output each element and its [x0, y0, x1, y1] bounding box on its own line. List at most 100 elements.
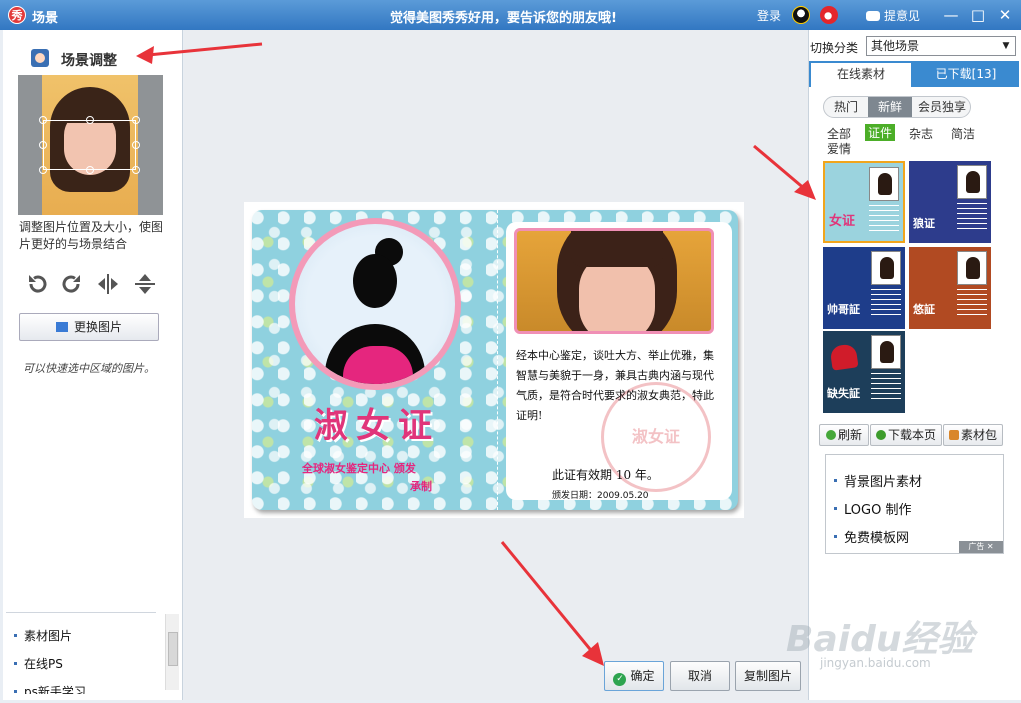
weibo-icon[interactable] [820, 6, 838, 24]
template-grid: 女证 狼证 帅哥証 悠証 缺失証 [823, 161, 993, 413]
card-issue-date: 颁发日期：2009.05.20 [552, 491, 649, 501]
refresh-button[interactable]: 刷新 [819, 424, 869, 446]
maximize-button[interactable]: □ [967, 4, 989, 26]
template-label: 狼证 [913, 217, 935, 230]
qq-icon[interactable] [792, 6, 810, 24]
annotation-arrow-icon [136, 42, 263, 64]
tab-online-materials[interactable]: 在线素材 [811, 63, 911, 87]
chat-bubble-icon [866, 11, 880, 21]
material-pack-button[interactable]: 素材包 [943, 424, 1003, 446]
template-thumb[interactable]: 帅哥証 [823, 247, 905, 329]
subtab-new[interactable]: 新鲜 [868, 97, 912, 117]
card-title: 淑女证 [314, 406, 440, 446]
crop-handle[interactable] [39, 116, 47, 124]
slogan-text: 觉得美图秀秀好用，要告诉您的朋友哦! [390, 11, 617, 26]
template-thumb[interactable]: 女证 [823, 161, 905, 243]
filter-simple[interactable]: 简洁 [951, 125, 975, 142]
copy-image-button[interactable]: 复制图片 [735, 661, 801, 691]
canvas-area: 淑女证 全球淑女鉴定中心 颁发 承制 淑女证 经本中心鉴定，谈吐大方、举止优雅，… [184, 30, 808, 700]
scene-adjust-icon [31, 49, 49, 67]
crop-handle[interactable] [132, 166, 140, 174]
baidu-watermark: Baidu经验 [786, 619, 974, 660]
image-icon [55, 322, 68, 332]
annotation-arrow-icon [500, 541, 604, 666]
card-portrait-photo[interactable] [514, 228, 714, 334]
refresh-icon [825, 430, 836, 440]
app-logo-icon: 秀 [8, 6, 26, 24]
category-selected-value: 其他场景 [871, 39, 920, 53]
login-link[interactable]: 登录 [757, 7, 781, 24]
rotate-left-icon[interactable] [25, 272, 49, 296]
left-scrollbar[interactable] [165, 614, 179, 690]
template-label: 缺失証 [827, 387, 860, 400]
filter-magazine[interactable]: 杂志 [909, 125, 933, 142]
left-link-item[interactable]: ps新手学习 [14, 683, 86, 694]
download-icon [875, 430, 886, 440]
confirm-label: 确定 [630, 669, 655, 683]
left-links-list: 素材图片 在线PS ps新手学习 [6, 612, 156, 694]
crop-handle[interactable] [39, 141, 47, 149]
card-issuer-sub: 承制 [410, 480, 432, 493]
left-panel: 场景调整 调整图片位置及大小，使图片更好的与场景结合 更换图片 可以快速选中区域… [3, 30, 183, 700]
annotation-arrow-icon [753, 144, 816, 200]
crop-handle[interactable] [86, 116, 94, 124]
ad-link[interactable]: 免费模板网 [834, 527, 909, 546]
refresh-label: 刷新 [837, 428, 862, 442]
handwritten-note: 可以快速选中区域的图片。 [23, 362, 155, 375]
template-thumb[interactable]: 狼证 [909, 161, 991, 243]
change-image-button[interactable]: 更换图片 [19, 313, 159, 341]
ad-link[interactable]: LOGO 制作 [834, 499, 911, 518]
crop-handle[interactable] [39, 166, 47, 174]
crop-handle[interactable] [132, 141, 140, 149]
check-icon: ✓ [613, 673, 627, 686]
left-link-item[interactable]: 素材图片 [14, 627, 72, 644]
ad-box: 背景图片素材 LOGO 制作 免费模板网 广告 ✕ [825, 454, 1004, 554]
scene-preview[interactable]: 淑女证 全球淑女鉴定中心 颁发 承制 淑女证 经本中心鉴定，谈吐大方、举止优雅，… [244, 202, 744, 518]
watermark-url: jingyan.baidu.com [820, 656, 931, 670]
material-tabbar: 在线素材 已下载[13] [809, 61, 1019, 87]
feedback-link[interactable]: 提意见 [866, 7, 920, 24]
crop-handle[interactable] [86, 166, 94, 174]
download-page-label: 下载本页 [887, 428, 936, 442]
download-page-button[interactable]: 下载本页 [870, 424, 942, 446]
flip-horizontal-icon[interactable] [96, 272, 120, 296]
section-title: 场景调整 [61, 53, 117, 69]
ad-link[interactable]: 背景图片素材 [834, 471, 922, 490]
subtab-hot[interactable]: 热门 [824, 97, 868, 117]
close-button[interactable]: ✕ [994, 4, 1016, 26]
adjust-hint: 调整图片位置及大小，使图片更好的与场景结合 [19, 220, 164, 251]
subtab-vip[interactable]: 会员独享 [912, 97, 970, 117]
window-title: 场景 [32, 11, 59, 26]
filter-id[interactable]: 证件 [865, 124, 896, 141]
template-label: 悠証 [913, 303, 935, 316]
heart-icon [829, 343, 859, 371]
tab-downloaded[interactable]: 已下载[13] [915, 63, 1017, 87]
cancel-button[interactable]: 取消 [670, 661, 730, 691]
rotate-right-icon[interactable] [60, 272, 84, 296]
template-label: 女证 [829, 214, 856, 229]
crop-handle[interactable] [132, 116, 140, 124]
confirm-button[interactable]: ✓ 确定 [604, 661, 664, 691]
minimize-button[interactable]: — [940, 4, 962, 26]
template-label: 帅哥証 [827, 303, 860, 316]
right-panel: 切换分类 其他场景 ▼ 在线素材 已下载[13] 热门 新鲜 会员独享 全部 证件… [808, 30, 1021, 700]
flip-vertical-icon[interactable] [133, 272, 157, 296]
card-validity: 此证有效期 10 年。 [552, 468, 659, 482]
feedback-label: 提意见 [884, 9, 921, 23]
card-body-text: 经本中心鉴定，谈吐大方、举止优雅，集智慧与美貌于一身，兼具古典内涵与现代气质，是… [516, 349, 714, 422]
preview-thumbnail[interactable] [18, 75, 163, 215]
left-link-item[interactable]: 在线PS [14, 655, 63, 672]
material-pack-label: 素材包 [960, 428, 997, 442]
chevron-down-icon: ▼ [1002, 41, 1010, 51]
filter-love[interactable]: 爱情 [827, 140, 851, 157]
package-icon [948, 430, 959, 440]
change-image-label: 更换图片 [73, 320, 122, 334]
crop-selection-box[interactable] [39, 116, 140, 174]
card-issuer: 全球淑女鉴定中心 颁发 [302, 462, 416, 475]
category-select[interactable]: 其他场景 ▼ [866, 36, 1016, 56]
template-thumb[interactable]: 缺失証 [823, 331, 905, 413]
switch-category-label: 切换分类 [809, 41, 858, 55]
ad-tag[interactable]: 广告 ✕ [959, 541, 1003, 553]
scrollbar-thumb[interactable] [168, 632, 178, 666]
template-thumb[interactable]: 悠証 [909, 247, 991, 329]
